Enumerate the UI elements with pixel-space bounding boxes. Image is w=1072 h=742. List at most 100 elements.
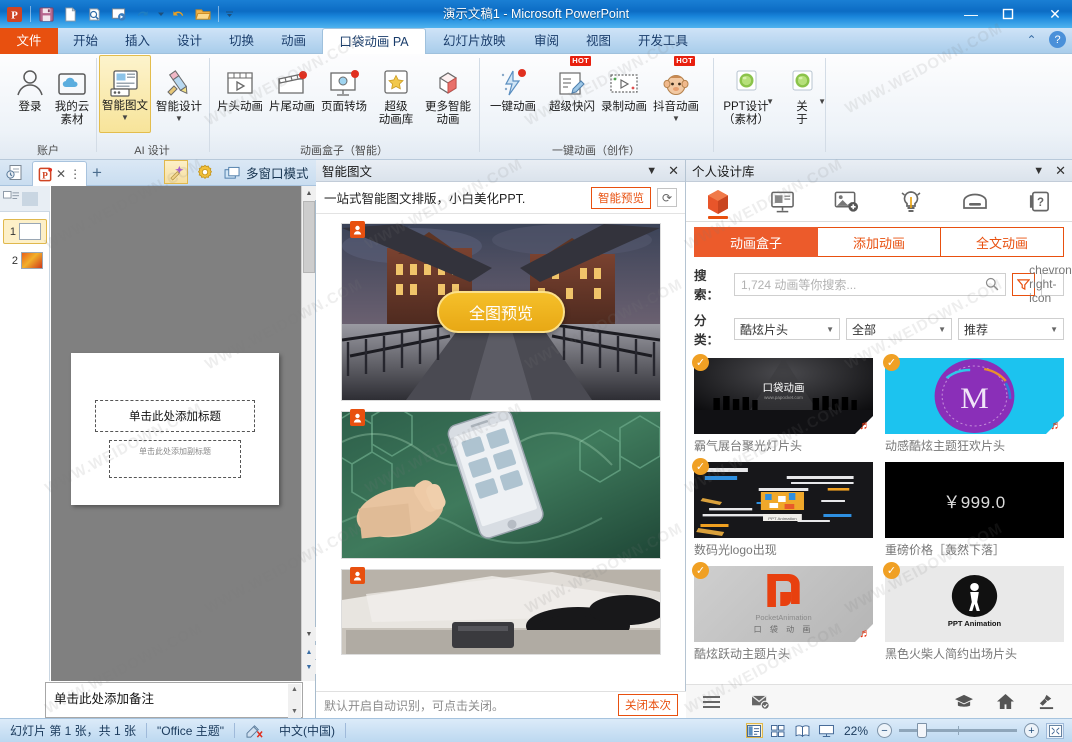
search-input[interactable]: 1,724 动画等你搜索... (734, 272, 1006, 296)
canvas-scrollbar[interactable]: ▲ ▼ ▲ ▼ (301, 186, 316, 681)
tab-file[interactable]: 文件 (0, 28, 58, 54)
tab-animation-box[interactable]: 动画盒子 (694, 227, 818, 257)
zoom-controls[interactable]: 22% − + (745, 722, 1072, 739)
right-panel-footer[interactable] (686, 684, 1072, 718)
ribbon-button-page-transition[interactable]: 页面转场 (318, 57, 370, 114)
notes-scroll-down[interactable]: ▼ (288, 706, 301, 718)
slide-thumbnail-2[interactable]: 2 (6, 248, 44, 273)
presentation-icon[interactable] (761, 183, 803, 221)
ribbon-button-super-flash[interactable]: HOT 超级快闪 (546, 56, 598, 114)
document-tab[interactable]: P ✕ ⋮ (32, 161, 88, 186)
ribbon-button-opening-animation[interactable]: 片头动画 (214, 57, 266, 114)
smart-preview-button[interactable]: 智能预览 (591, 186, 651, 209)
image-add-icon[interactable] (826, 183, 868, 221)
scroll-thumb[interactable] (303, 201, 315, 273)
undo-icon[interactable] (132, 4, 153, 25)
zoom-percent[interactable]: 22% (842, 724, 870, 738)
reading-view-icon[interactable] (794, 723, 811, 738)
category-select-2[interactable]: 全部 ▼ (846, 318, 952, 340)
tab-fulltext-animation[interactable]: 全文动画 (941, 227, 1064, 257)
scroll-up-button[interactable]: ▲ (302, 186, 316, 200)
chevron-right-icon[interactable]: chevron-right-icon (1029, 263, 1072, 305)
chevron-down-icon[interactable]: ▼ (646, 165, 657, 177)
help-icon[interactable]: ? (1049, 31, 1066, 48)
ribbon-button-ending-animation[interactable]: 片尾动画 (266, 57, 318, 114)
right-panel-tabs[interactable]: 动画盒子 添加动画 全文动画 (694, 227, 1064, 257)
home-icon[interactable] (996, 693, 1015, 710)
slide-thumbnail-1[interactable]: 1 (3, 219, 47, 244)
help-question-icon[interactable]: ? (1019, 183, 1061, 221)
animation-item[interactable]: ￥999.0 重磅价格［轰然下落］ (885, 462, 1064, 558)
multiwindow-mode-button[interactable]: 多窗口模式 (224, 160, 309, 185)
dropdown-arrow-icon[interactable]: ▼ (121, 114, 129, 122)
ribbon-button-about[interactable]: 关 于 ▼ (776, 57, 828, 127)
notes-scroll-up[interactable]: ▲ (288, 684, 301, 696)
magic-wand-icon[interactable] (164, 160, 188, 184)
tab-insert[interactable]: 插入 (114, 28, 161, 54)
animation-items-grid[interactable]: ✓ 口袋动画 www.papocket.com ♬ 霸气展台聚光灯片头 ✓ M … (692, 354, 1064, 662)
outline-view-toggle[interactable] (0, 186, 50, 212)
collapse-ribbon-icon[interactable]: ⌃ (1023, 31, 1040, 48)
dropdown-arrow-icon[interactable]: ▼ (766, 98, 774, 106)
doc-tab-more-icon[interactable]: ⋮ (69, 167, 81, 181)
ribbon-button-smart-graphic-text[interactable]: 智能图文 ▼ (99, 55, 151, 133)
animation-item[interactable]: ✓ PocketAnimation 口 袋 动 画 ♬ 酷炫跃动主题片头 (692, 562, 873, 662)
theme-status[interactable]: "Office 主题" (147, 719, 234, 742)
notes-pane[interactable]: 单击此处添加备注 ▲ ▼ (45, 682, 303, 718)
idea-bulb-icon[interactable] (890, 183, 932, 221)
save-disk-icon[interactable] (954, 183, 996, 221)
ribbon-button-my-cloud-assets[interactable]: 我的云 素材 (46, 57, 98, 127)
slideshow-view-icon[interactable] (818, 723, 835, 738)
ribbon-button-more-smart-animation[interactable]: 更多智能 动画 (422, 57, 474, 127)
normal-view-icon[interactable] (745, 723, 763, 738)
add-tab-button[interactable]: + (88, 160, 106, 185)
scroll-down-button[interactable]: ▼ (302, 627, 316, 641)
search-icon[interactable] (985, 277, 999, 291)
close-once-button[interactable]: 关闭本次 (618, 694, 678, 716)
slide-canvas[interactable]: 单击此处添加标题 单击此处添加副标题 (51, 186, 303, 681)
gear-icon[interactable] (195, 160, 215, 185)
upload-icon[interactable] (1037, 693, 1056, 710)
ribbon-button-ppt-design[interactable]: PPT设计 （素材） ▼ (720, 57, 774, 127)
save-icon[interactable] (36, 4, 57, 25)
tab-home[interactable]: 开始 (62, 28, 109, 54)
refresh-icon[interactable]: ⟳ (657, 188, 677, 207)
template-card-shoes[interactable] (341, 567, 661, 655)
language-status[interactable]: 中文(中国) (275, 719, 345, 742)
outline-tab[interactable] (22, 191, 38, 206)
tab-add-animation[interactable]: 添加动画 (818, 227, 941, 257)
tab-slideshow[interactable]: 幻灯片放映 (432, 28, 517, 54)
ribbon-button-smart-design[interactable]: 智能设计 ▼ (153, 57, 205, 123)
template-card-bridge[interactable]: 全图预览 (341, 221, 661, 401)
ribbon-button-record-animation[interactable]: 录制动画 (598, 57, 650, 114)
tab-design[interactable]: 设计 (166, 28, 213, 54)
print-preview-icon[interactable] (84, 4, 105, 25)
animation-item[interactable]: ✓ M ♬ 动感酷炫主题狂欢片头 (883, 354, 1064, 454)
category-select-1[interactable]: 酷炫片头 ▼ (734, 318, 840, 340)
tab-animations[interactable]: 动画 (270, 28, 317, 54)
animation-item[interactable]: ✓ PPT Animation 数码光logo出现 (692, 458, 873, 558)
dropdown-arrow-icon[interactable]: ▼ (672, 115, 680, 123)
tab-view[interactable]: 视图 (575, 28, 622, 54)
redo-icon[interactable] (168, 4, 189, 25)
zoom-in-button[interactable]: + (1024, 723, 1039, 738)
quick-access-toolbar[interactable]: P (4, 3, 234, 25)
zoom-out-button[interactable]: − (877, 723, 892, 738)
close-icon[interactable]: ✕ (1055, 163, 1066, 179)
powerpoint-app-icon[interactable]: P (4, 4, 25, 25)
maximize-button[interactable] (1002, 8, 1024, 20)
zoom-slider-handle[interactable] (917, 723, 927, 738)
title-placeholder[interactable]: 单击此处添加标题 (95, 400, 255, 432)
tab-review[interactable]: 审阅 (523, 28, 570, 54)
new-file-icon[interactable] (60, 4, 81, 25)
slide-sorter-icon[interactable] (770, 723, 787, 738)
customize-qat-icon[interactable] (224, 4, 234, 25)
animation-box-icon[interactable] (697, 183, 739, 221)
ribbon-button-super-animation-library[interactable]: 超级 动画库 (370, 57, 422, 127)
recent-docs-icon[interactable] (6, 160, 24, 185)
ribbon-help-area[interactable]: ⌃ ? (1023, 31, 1066, 48)
close-icon[interactable]: ✕ (668, 163, 679, 179)
animation-item[interactable]: ✓ 口袋动画 www.papocket.com ♬ 霸气展台聚光灯片头 (692, 354, 873, 454)
template-card-phone[interactable] (341, 409, 661, 559)
tab-transitions[interactable]: 切换 (218, 28, 265, 54)
